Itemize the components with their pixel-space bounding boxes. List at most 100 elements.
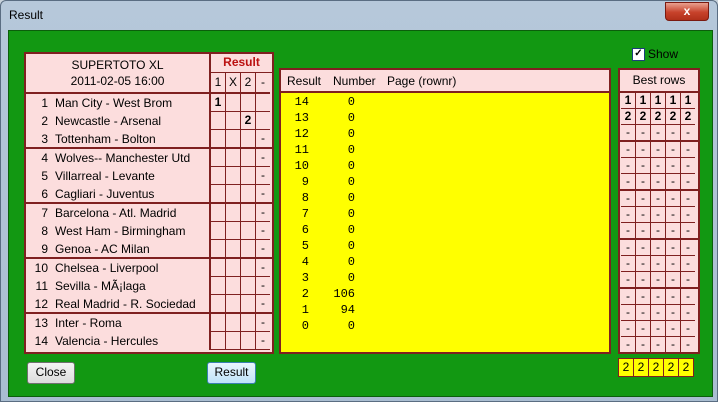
result-cell[interactable]: - xyxy=(256,332,270,350)
result-cell[interactable] xyxy=(226,277,241,295)
match-row: 10 Chelsea - Liverpool - xyxy=(26,259,272,277)
result-cell[interactable]: 1 xyxy=(211,94,226,112)
result-cell[interactable] xyxy=(211,277,226,295)
match-row: 7 Barcelona - Atl. Madrid - xyxy=(26,204,272,222)
result-cell[interactable] xyxy=(211,130,226,148)
list-row[interactable]: 12 0 xyxy=(281,126,609,142)
result-cell[interactable] xyxy=(211,314,226,332)
result-cell[interactable] xyxy=(241,204,256,222)
result-cell[interactable] xyxy=(241,94,256,112)
result-cell[interactable] xyxy=(211,222,226,240)
result-cell[interactable] xyxy=(241,149,256,167)
list-row[interactable]: 40 xyxy=(281,254,609,270)
result-cell[interactable]: - xyxy=(256,167,270,185)
result-cell[interactable] xyxy=(241,277,256,295)
result-cell[interactable] xyxy=(241,130,256,148)
title-bar[interactable]: Result x xyxy=(1,1,717,29)
result-cell[interactable] xyxy=(256,94,270,112)
result-cell[interactable] xyxy=(226,332,241,350)
best-row-cell: - xyxy=(666,305,681,321)
list-row[interactable]: 70 xyxy=(281,206,609,222)
result-count-list[interactable]: Result Number Page (rownr) 14 0 13 0 12 0 11 0 1… xyxy=(279,68,611,354)
result-cell[interactable] xyxy=(226,185,241,203)
list-row[interactable]: 30 xyxy=(281,270,609,286)
best-row-cell: - xyxy=(666,207,681,223)
result-cell[interactable] xyxy=(226,222,241,240)
result-cell[interactable] xyxy=(241,222,256,240)
result-cell[interactable]: - xyxy=(256,149,270,167)
best-row-cell: - xyxy=(621,223,636,239)
result-cell[interactable] xyxy=(226,295,241,313)
best-row-cell: - xyxy=(681,158,695,174)
result-cell[interactable] xyxy=(211,149,226,167)
result-value: 9 xyxy=(301,175,309,189)
result-cell[interactable] xyxy=(211,204,226,222)
result-cell[interactable]: - xyxy=(256,222,270,240)
result-cell[interactable]: - xyxy=(256,295,270,313)
result-cell[interactable]: - xyxy=(256,259,270,277)
list-row[interactable]: 2 106 xyxy=(281,286,609,302)
result-value: 3 xyxy=(301,271,309,285)
list-row[interactable]: 50 xyxy=(281,238,609,254)
result-cell[interactable] xyxy=(226,259,241,277)
result-button[interactable]: Result xyxy=(207,362,256,384)
match-number: 9 xyxy=(41,242,48,256)
result-cell[interactable] xyxy=(211,240,226,258)
best-row-cell: - xyxy=(666,174,681,190)
result-cell[interactable] xyxy=(226,149,241,167)
result-cell[interactable] xyxy=(211,332,226,350)
result-cell[interactable]: - xyxy=(256,277,270,295)
result-cell[interactable] xyxy=(241,332,256,350)
list-row[interactable]: 1 94 xyxy=(281,302,609,318)
result-cell[interactable] xyxy=(211,259,226,277)
result-cell[interactable]: 2 xyxy=(241,112,256,130)
best-row-cell: - xyxy=(681,321,695,337)
result-cell[interactable] xyxy=(241,167,256,185)
result-cell[interactable] xyxy=(241,314,256,332)
result-cell[interactable] xyxy=(241,240,256,258)
best-row-cell: 1 xyxy=(621,93,636,109)
checkbox-box[interactable]: ✓ xyxy=(632,48,645,61)
match-name: Barcelona - Atl. Madrid xyxy=(55,206,177,220)
match-name: Man City - West Brom xyxy=(55,96,173,110)
list-row[interactable]: 90 xyxy=(281,174,609,190)
list-row[interactable]: 80 xyxy=(281,190,609,206)
result-cell[interactable] xyxy=(256,112,270,130)
result-cell[interactable]: - xyxy=(256,204,270,222)
close-button[interactable]: Close xyxy=(27,362,75,384)
result-cell[interactable] xyxy=(226,94,241,112)
result-cell[interactable] xyxy=(241,185,256,203)
result-cell[interactable]: - xyxy=(256,185,270,203)
result-cell[interactable] xyxy=(241,259,256,277)
list-row[interactable]: 13 0 xyxy=(281,110,609,126)
result-cell[interactable] xyxy=(211,185,226,203)
list-row[interactable]: 14 0 xyxy=(281,94,609,110)
match-name: Sevilla - MÃ¡laga xyxy=(55,279,146,293)
result-cell[interactable] xyxy=(226,204,241,222)
result-cell[interactable] xyxy=(226,130,241,148)
result-cell[interactable] xyxy=(211,167,226,185)
result-cell[interactable] xyxy=(241,295,256,313)
result-cell[interactable]: - xyxy=(256,130,270,148)
result-cell[interactable]: - xyxy=(256,314,270,332)
result-subheader: X xyxy=(226,73,241,94)
show-label: Show xyxy=(648,47,679,61)
result-cell[interactable] xyxy=(226,167,241,185)
number-value: 0 xyxy=(347,143,355,157)
best-row-cell: - xyxy=(651,256,666,272)
list-row[interactable]: 60 xyxy=(281,222,609,238)
result-cell[interactable] xyxy=(226,240,241,258)
window-close-button[interactable]: x xyxy=(665,2,709,21)
best-row-cell: - xyxy=(636,272,651,288)
result-cell[interactable] xyxy=(211,295,226,313)
result-cell[interactable] xyxy=(226,112,241,130)
best-row-cell: - xyxy=(621,305,636,321)
best-row-cell: - xyxy=(636,289,651,305)
list-row[interactable]: 10 0 xyxy=(281,158,609,174)
result-cell[interactable]: - xyxy=(256,240,270,258)
best-row-cell: - xyxy=(636,256,651,272)
result-cell[interactable] xyxy=(211,112,226,130)
result-cell[interactable] xyxy=(226,314,241,332)
list-row[interactable]: 11 0 xyxy=(281,142,609,158)
list-row[interactable]: 00 xyxy=(281,318,609,334)
